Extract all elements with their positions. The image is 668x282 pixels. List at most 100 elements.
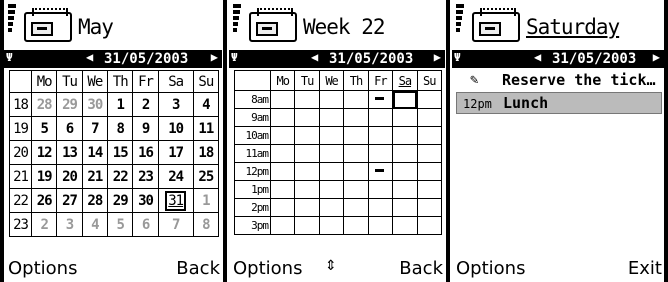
- day-cell[interactable]: 26: [30, 188, 58, 213]
- back-softkey[interactable]: Back: [399, 258, 443, 279]
- time-slot-cell[interactable]: [367, 144, 394, 163]
- day-cell[interactable]: 30: [81, 92, 109, 117]
- time-slot-cell[interactable]: [294, 162, 320, 181]
- list-item[interactable]: ✎ Reserve the tick…: [456, 70, 662, 92]
- arrow-right-icon[interactable]: ▶: [434, 50, 441, 64]
- day-cell[interactable]: 29: [107, 188, 134, 213]
- day-cell[interactable]: 21: [81, 164, 109, 189]
- time-slot-cell[interactable]: [294, 216, 320, 235]
- time-slot-cell[interactable]: [392, 198, 418, 217]
- day-cell[interactable]: 1: [192, 188, 220, 213]
- day-cell[interactable]: 28: [30, 92, 58, 117]
- time-slot-cell[interactable]: [269, 90, 296, 109]
- time-slot-cell[interactable]: [343, 216, 369, 235]
- day-cell[interactable]: 4: [192, 92, 220, 117]
- time-slot-cell[interactable]: [318, 198, 345, 217]
- time-slot-cell[interactable]: [294, 126, 320, 145]
- day-cell[interactable]: 12: [30, 140, 58, 165]
- time-slot-cell[interactable]: [318, 162, 345, 181]
- options-softkey[interactable]: Options: [8, 258, 77, 279]
- arrow-left-icon[interactable]: ◀: [534, 50, 541, 64]
- time-slot-cell[interactable]: [269, 216, 296, 235]
- back-softkey[interactable]: Back: [176, 258, 220, 279]
- time-slot-cell[interactable]: [318, 144, 345, 163]
- time-slot-cell[interactable]: [392, 144, 418, 163]
- arrow-right-icon[interactable]: ▶: [211, 50, 218, 64]
- day-cell[interactable]: 1: [107, 92, 134, 117]
- time-slot-cell[interactable]: [269, 162, 296, 181]
- time-slot-cell[interactable]: [367, 126, 394, 145]
- time-slot-cell[interactable]: [367, 198, 394, 217]
- day-cell[interactable]: 8: [192, 212, 220, 237]
- day-cell[interactable]: 17: [157, 140, 194, 165]
- time-slot-cell[interactable]: [416, 90, 443, 109]
- exit-softkey[interactable]: Exit: [628, 258, 662, 279]
- day-cell[interactable]: 16: [132, 140, 159, 165]
- time-slot-cell[interactable]: [318, 126, 345, 145]
- day-cell[interactable]: 5: [107, 212, 134, 237]
- date-navigation-bar[interactable]: Ψ ◀ 31/05/2003 ▶: [229, 50, 445, 68]
- time-slot-cell[interactable]: [392, 180, 418, 199]
- time-slot-cell[interactable]: [343, 198, 369, 217]
- time-slot-cell[interactable]: [294, 144, 320, 163]
- day-cell[interactable]: 19: [30, 164, 58, 189]
- date-navigation-bar[interactable]: Ψ ◀ 31/05/2003 ▶: [452, 50, 664, 68]
- time-slot-cell[interactable]: [367, 162, 394, 181]
- time-slot-cell[interactable]: [392, 216, 418, 235]
- day-cell[interactable]: 14: [81, 140, 109, 165]
- day-cell[interactable]: 6: [132, 212, 159, 237]
- time-slot-cell[interactable]: [294, 180, 320, 199]
- time-slot-cell[interactable]: [318, 108, 345, 127]
- options-softkey[interactable]: Options: [233, 258, 302, 279]
- time-slot-cell[interactable]: [343, 162, 369, 181]
- day-cell[interactable]: 25: [192, 164, 220, 189]
- day-cell[interactable]: 5: [30, 116, 58, 141]
- day-cell[interactable]: 7: [81, 116, 109, 141]
- time-slot-cell[interactable]: [367, 90, 394, 109]
- day-cell[interactable]: 22: [107, 164, 134, 189]
- day-cell[interactable]: 3: [56, 212, 83, 237]
- time-slot-cell[interactable]: [416, 216, 443, 235]
- time-slot-cell[interactable]: [367, 180, 394, 199]
- day-cell[interactable]: 11: [192, 116, 220, 141]
- time-slot-cell[interactable]: [294, 198, 320, 217]
- day-cell[interactable]: 18: [192, 140, 220, 165]
- day-cell[interactable]: 13: [56, 140, 83, 165]
- day-cell[interactable]: 2: [30, 212, 58, 237]
- time-slot-cell[interactable]: [367, 216, 394, 235]
- time-slot-cell[interactable]: [318, 216, 345, 235]
- date-navigation-bar[interactable]: Ψ ◀ 31/05/2003 ▶: [4, 50, 222, 68]
- time-slot-cell-selected[interactable]: [392, 90, 418, 109]
- time-slot-cell[interactable]: [294, 90, 320, 109]
- list-item[interactable]: 12pm Lunch: [456, 92, 662, 114]
- time-slot-cell[interactable]: [269, 180, 296, 199]
- day-cell[interactable]: 27: [56, 188, 83, 213]
- day-cell[interactable]: 2: [132, 92, 159, 117]
- time-slot-cell[interactable]: [416, 144, 443, 163]
- day-cell-selected[interactable]: 31: [157, 188, 194, 213]
- options-softkey[interactable]: Options: [456, 258, 525, 279]
- time-slot-cell[interactable]: [416, 126, 443, 145]
- time-slot-cell[interactable]: [367, 108, 394, 127]
- day-cell[interactable]: 8: [107, 116, 134, 141]
- day-cell[interactable]: 15: [107, 140, 134, 165]
- time-slot-cell[interactable]: [269, 108, 296, 127]
- day-cell[interactable]: 30: [132, 188, 159, 213]
- day-cell[interactable]: 20: [56, 164, 83, 189]
- day-cell[interactable]: 10: [157, 116, 194, 141]
- arrow-left-icon[interactable]: ◀: [311, 50, 318, 64]
- time-slot-cell[interactable]: [392, 162, 418, 181]
- time-slot-cell[interactable]: [269, 198, 296, 217]
- day-cell[interactable]: 3: [157, 92, 194, 117]
- day-cell[interactable]: 24: [157, 164, 194, 189]
- time-slot-cell[interactable]: [416, 180, 443, 199]
- day-cell[interactable]: 9: [132, 116, 159, 141]
- time-slot-cell[interactable]: [416, 162, 443, 181]
- time-slot-cell[interactable]: [392, 108, 418, 127]
- time-slot-cell[interactable]: [343, 108, 369, 127]
- time-slot-cell[interactable]: [318, 90, 345, 109]
- time-slot-cell[interactable]: [392, 126, 418, 145]
- time-slot-cell[interactable]: [269, 144, 296, 163]
- time-slot-cell[interactable]: [318, 180, 345, 199]
- time-slot-cell[interactable]: [343, 180, 369, 199]
